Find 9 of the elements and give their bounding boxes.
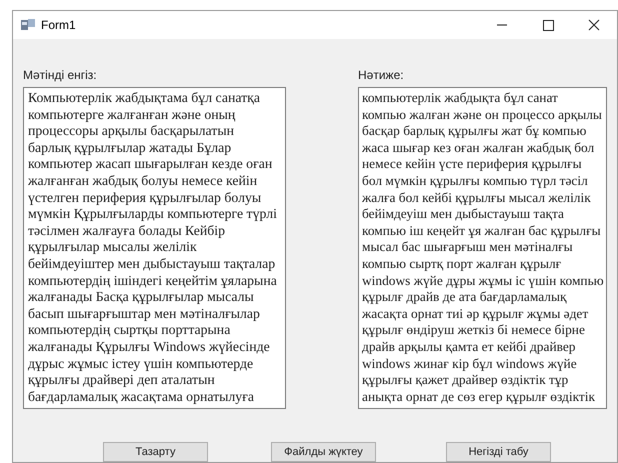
- find-stem-button[interactable]: Негізді табу: [446, 442, 551, 462]
- load-file-button[interactable]: Файлды жүктеу: [271, 442, 376, 462]
- input-field[interactable]: Компьютерлік жабдықтама бұл санатқа компьютерге жалғанған және оның процессоры арқылы басқарылатын барлық құрылғылар жатады Бұлар компьютер жасап шығарылған кезде оған жалғанған жабдық болуы немесе кейін үстелген периферия құрылғылар болуы мүмкін Құрылғыларды компьютерге түрлі тәсілмен жалғауға болады Кейбір құрылғылар мысалы желілік бейімдеуіштер мен дыбыстауыш тақталар компьютердің ішіндегі кеңейтім ұяларына жалғанады Басқа құрылғылар мысалы басып шығарғыштар мен мәтіналғылар компьютердің сыртқы порттарына жалғанады Құрылғы Windows жүйесінде дұрыс жұмыс істеу үшін компьютерде құрылғы драйвері деп аталатын бағдарламалық жасақтама орнатылуға: [23, 87, 286, 409]
- result-field[interactable]: компьютерлік жабдықта бұл санат компью жалған және он процессо арқылы басқар барлық құрылғы жат бұ компью жаса шығар кез оған жалған жабдық бол немесе кейін үсте периферия құрылғы бол мүмкін құрылғы компью түрл тәсіл жалға бол кейбі құрылғы мысал желілік бейімдеуіш мен дыбыстауыш тақта компью іш кеңейт ұя жалған бас құрылғы мысал бас шығарғыш мен мәтіналғы компью сыртқ порт жалған құрылғ windows жүйе дұры жұмы іс үшін компью құрылғ драйв де ата бағдарламалық жасақта орнат тиі әр құрылғ жұмы әдет құрылғ өндіруш жеткіз бі немесе бірне драйв арқылы қамта ет кейбі драйвер windows жинағ кір бұл windows жүйе құрылғы қажет драйвер өздіктік тұр анықта орнат де сөз егер құрылғ өздіктік: [358, 87, 607, 409]
- clear-button[interactable]: Тазарту: [103, 442, 208, 462]
- window-title: Form1: [41, 17, 76, 34]
- input-label: Мәтінді енгіз:: [23, 67, 98, 83]
- app-icon: [21, 19, 35, 31]
- result-label: Нәтиже:: [358, 67, 405, 83]
